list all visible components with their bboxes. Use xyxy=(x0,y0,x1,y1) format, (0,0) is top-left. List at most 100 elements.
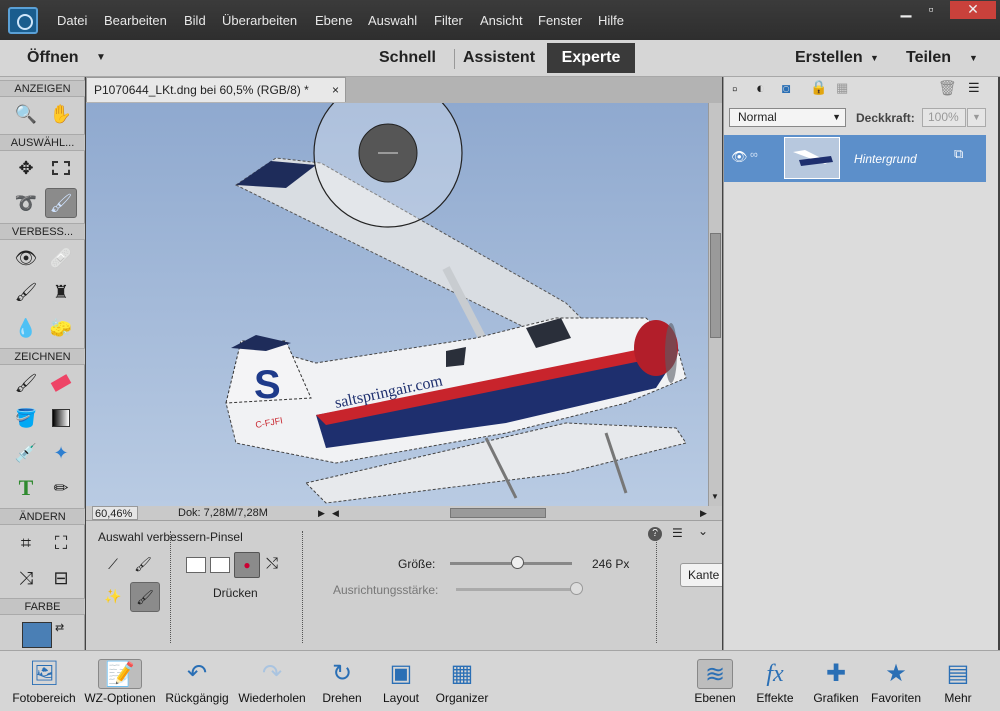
quick-selection-icon[interactable]: ⟋ xyxy=(100,551,126,577)
clone-stamp-icon[interactable]: ♜ xyxy=(45,277,77,307)
gradient-tool-icon[interactable] xyxy=(45,403,77,433)
close-tab-icon[interactable]: × xyxy=(332,78,339,102)
redo-button[interactable]: ↷ Wiederholen xyxy=(236,651,308,709)
vertical-scrollbar[interactable]: ▼ xyxy=(708,103,722,506)
snap-strength-slider-knob[interactable] xyxy=(569,582,583,595)
type-tool-icon[interactable]: T xyxy=(10,473,42,503)
swap-colors-icon[interactable]: ⇄ xyxy=(55,621,64,634)
image-canvas[interactable]: S saltspringair.com C-FJFI xyxy=(86,103,708,506)
document-tab[interactable]: P1070644_LKt.dng bei 60,5% (RGB/8) * × xyxy=(86,77,346,102)
share-button[interactable]: Teilen xyxy=(906,49,951,67)
mode-subtract-icon[interactable] xyxy=(210,557,230,573)
mode-smooth-icon[interactable]: ⤭ xyxy=(266,555,278,572)
pencil-tool-icon[interactable]: ✏ xyxy=(45,473,77,503)
refine-edge-button[interactable]: Kante xyxy=(680,563,722,587)
mode-add-icon[interactable] xyxy=(186,557,206,573)
options-menu-icon[interactable]: ☰ xyxy=(672,526,683,540)
blur-tool-icon[interactable]: 💧 xyxy=(10,313,42,343)
smart-brush-icon[interactable]: 🖌 xyxy=(10,277,42,307)
share-dropdown-icon[interactable]: ▼ xyxy=(969,53,978,63)
link-icon[interactable]: ∞ xyxy=(750,149,758,161)
menu-datei[interactable]: Datei xyxy=(57,13,87,28)
zoom-field[interactable]: 60,46% xyxy=(92,506,138,520)
layout-button[interactable]: ▣ Layout xyxy=(376,651,426,709)
mode-quick[interactable]: Schnell xyxy=(379,49,436,67)
paint-bucket-icon[interactable]: 🪣 xyxy=(10,403,42,433)
create-dropdown-icon[interactable]: ▼ xyxy=(870,53,879,63)
straighten-tool-icon[interactable]: ⊟ xyxy=(45,563,77,593)
scroll-right-icon[interactable]: ▶ xyxy=(700,506,707,520)
crop-tool-icon[interactable]: ⌗ xyxy=(10,528,42,558)
organizer-button[interactable]: ▦ Organizer xyxy=(432,651,492,709)
delete-layer-icon[interactable]: 🗑 xyxy=(938,79,957,97)
recompose-tool-icon[interactable]: ⛶ xyxy=(45,528,77,558)
eyedropper-icon[interactable]: 💉 xyxy=(10,438,42,468)
move-tool-icon[interactable]: ✥ xyxy=(10,153,42,183)
vertical-scroll-thumb[interactable] xyxy=(710,233,721,338)
foreground-color-swatch[interactable] xyxy=(22,622,52,648)
lock-transparent-icon[interactable]: ▦ xyxy=(836,80,848,96)
lasso-tool-icon[interactable]: ➰ xyxy=(10,188,42,218)
menu-filter[interactable]: Filter xyxy=(434,13,463,28)
help-icon[interactable]: ? xyxy=(648,527,662,541)
menu-bild[interactable]: Bild xyxy=(184,13,206,28)
magic-wand-icon[interactable]: ✨ xyxy=(100,583,126,609)
status-menu-icon[interactable]: ▶ xyxy=(318,506,325,520)
menu-fenster[interactable]: Fenster xyxy=(538,13,582,28)
photo-bin-button[interactable]: 🖼 Fotobereich xyxy=(10,651,78,709)
open-dropdown-icon[interactable]: ▼ xyxy=(96,52,106,63)
selection-brush-icon[interactable]: 🖌 xyxy=(130,551,156,577)
layers-menu-icon[interactable]: ☰ xyxy=(968,80,980,96)
effects-button[interactable]: fx Effekte xyxy=(750,651,800,709)
horizontal-scroll-thumb[interactable] xyxy=(450,508,546,518)
visibility-eye-icon[interactable]: 👁 xyxy=(731,149,748,165)
refine-selection-brush-icon[interactable]: 🖌 xyxy=(45,188,77,218)
maximize-icon[interactable]: ▫ xyxy=(914,1,948,19)
close-window-icon[interactable]: ✕ xyxy=(950,1,996,19)
adjustment-layer-icon[interactable]: ◐ xyxy=(756,80,765,97)
mode-push-icon[interactable]: ● xyxy=(234,552,260,578)
opacity-dropdown-icon[interactable]: ▼ xyxy=(967,108,986,127)
blend-mode-select[interactable]: Normal ▼ xyxy=(729,108,846,127)
scroll-down-icon[interactable]: ▼ xyxy=(711,492,719,501)
more-button[interactable]: ▤ Mehr xyxy=(934,651,982,709)
tool-options-button[interactable]: 📝 WZ-Optionen xyxy=(82,651,158,709)
layer-row[interactable]: 👁 ∞ Hintergrund ⧉ xyxy=(724,135,986,182)
lock-all-icon[interactable]: 🔒 xyxy=(810,79,827,96)
favorites-star-icon: ★ xyxy=(885,660,907,687)
size-slider-knob[interactable] xyxy=(511,556,525,569)
scroll-left-icon[interactable]: ◀ xyxy=(332,506,339,520)
graphics-button[interactable]: ✚ Grafiken xyxy=(810,651,862,709)
create-button[interactable]: Erstellen xyxy=(795,49,863,67)
collapse-chevron-icon[interactable]: ⌄ xyxy=(698,524,708,538)
menu-hilfe[interactable]: Hilfe xyxy=(598,13,624,28)
menu-ueberarbeiten[interactable]: Überarbeiten xyxy=(222,13,297,28)
opacity-field[interactable]: 100% xyxy=(922,108,966,127)
menu-ansicht[interactable]: Ansicht xyxy=(480,13,523,28)
new-layer-icon[interactable]: ▫ xyxy=(732,81,737,98)
mode-guided[interactable]: Assistent xyxy=(463,49,535,67)
sponge-tool-icon[interactable]: 🧽 xyxy=(45,313,77,343)
mode-expert[interactable]: Experte xyxy=(547,43,635,73)
layers-button[interactable]: ≋ Ebenen xyxy=(690,651,740,709)
rotate-button[interactable]: ↻ Drehen xyxy=(314,651,370,709)
undo-button[interactable]: ↶ Rückgängig xyxy=(162,651,232,709)
size-slider-track[interactable] xyxy=(450,556,572,569)
favorites-button[interactable]: ★ Favoriten xyxy=(868,651,924,709)
brush-tool-icon[interactable]: 🖌 xyxy=(10,368,42,398)
healing-brush-icon[interactable]: 🩹 xyxy=(45,243,77,273)
red-eye-tool-icon[interactable]: 👁 xyxy=(10,243,42,273)
menu-ebene[interactable]: Ebene xyxy=(315,13,353,28)
content-aware-move-icon[interactable]: ⤨ xyxy=(10,563,42,593)
open-button[interactable]: Öffnen xyxy=(27,49,79,67)
layer-mask-icon[interactable]: ◙ xyxy=(782,80,790,96)
custom-shape-icon[interactable]: ✦ xyxy=(45,438,77,468)
refine-brush-option-icon[interactable]: 🖌 xyxy=(130,582,160,612)
marquee-tool-icon[interactable] xyxy=(45,153,77,183)
menu-bearbeiten[interactable]: Bearbeiten xyxy=(104,13,167,28)
zoom-tool-icon[interactable]: 🔍 xyxy=(10,99,42,129)
eraser-tool-icon[interactable] xyxy=(45,368,77,398)
menu-auswahl[interactable]: Auswahl xyxy=(368,13,417,28)
snap-strength-slider-track[interactable] xyxy=(456,582,583,595)
hand-tool-icon[interactable]: ✋ xyxy=(45,99,77,129)
